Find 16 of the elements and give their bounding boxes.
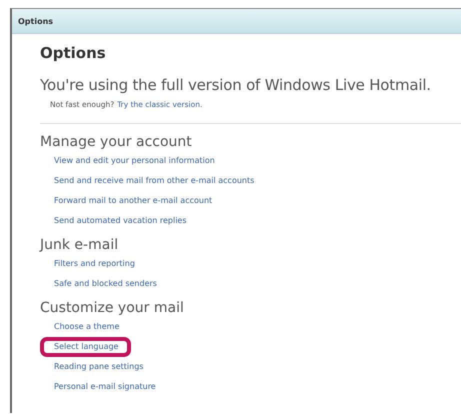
page-heading: Options <box>40 44 107 62</box>
option-link[interactable]: Choose a theme <box>40 317 132 337</box>
option-link[interactable]: Forward mail to another e-mail account <box>40 191 226 211</box>
option-link[interactable]: Reading pane settings <box>40 357 156 377</box>
window-title: Options <box>12 9 461 34</box>
section-title: Customize your mail <box>40 300 185 316</box>
section-title: Manage your account <box>40 134 193 150</box>
highlighted-link[interactable]: Select language <box>40 337 132 357</box>
version-message: You're using the full version of Windows Live Hotmail. <box>40 76 432 94</box>
option-link[interactable]: Send automated vacation replies <box>40 211 200 231</box>
option-link[interactable]: View and edit your personal information <box>40 151 228 171</box>
option-link[interactable]: Safe and blocked senders <box>40 274 170 294</box>
option-link[interactable]: Personal e-mail signature <box>40 377 169 397</box>
option-link[interactable]: Filters and reporting <box>40 254 148 274</box>
section-title: Junk e-mail <box>40 237 120 253</box>
option-link[interactable]: Send and receive mail from other e-mail accounts <box>40 171 268 191</box>
